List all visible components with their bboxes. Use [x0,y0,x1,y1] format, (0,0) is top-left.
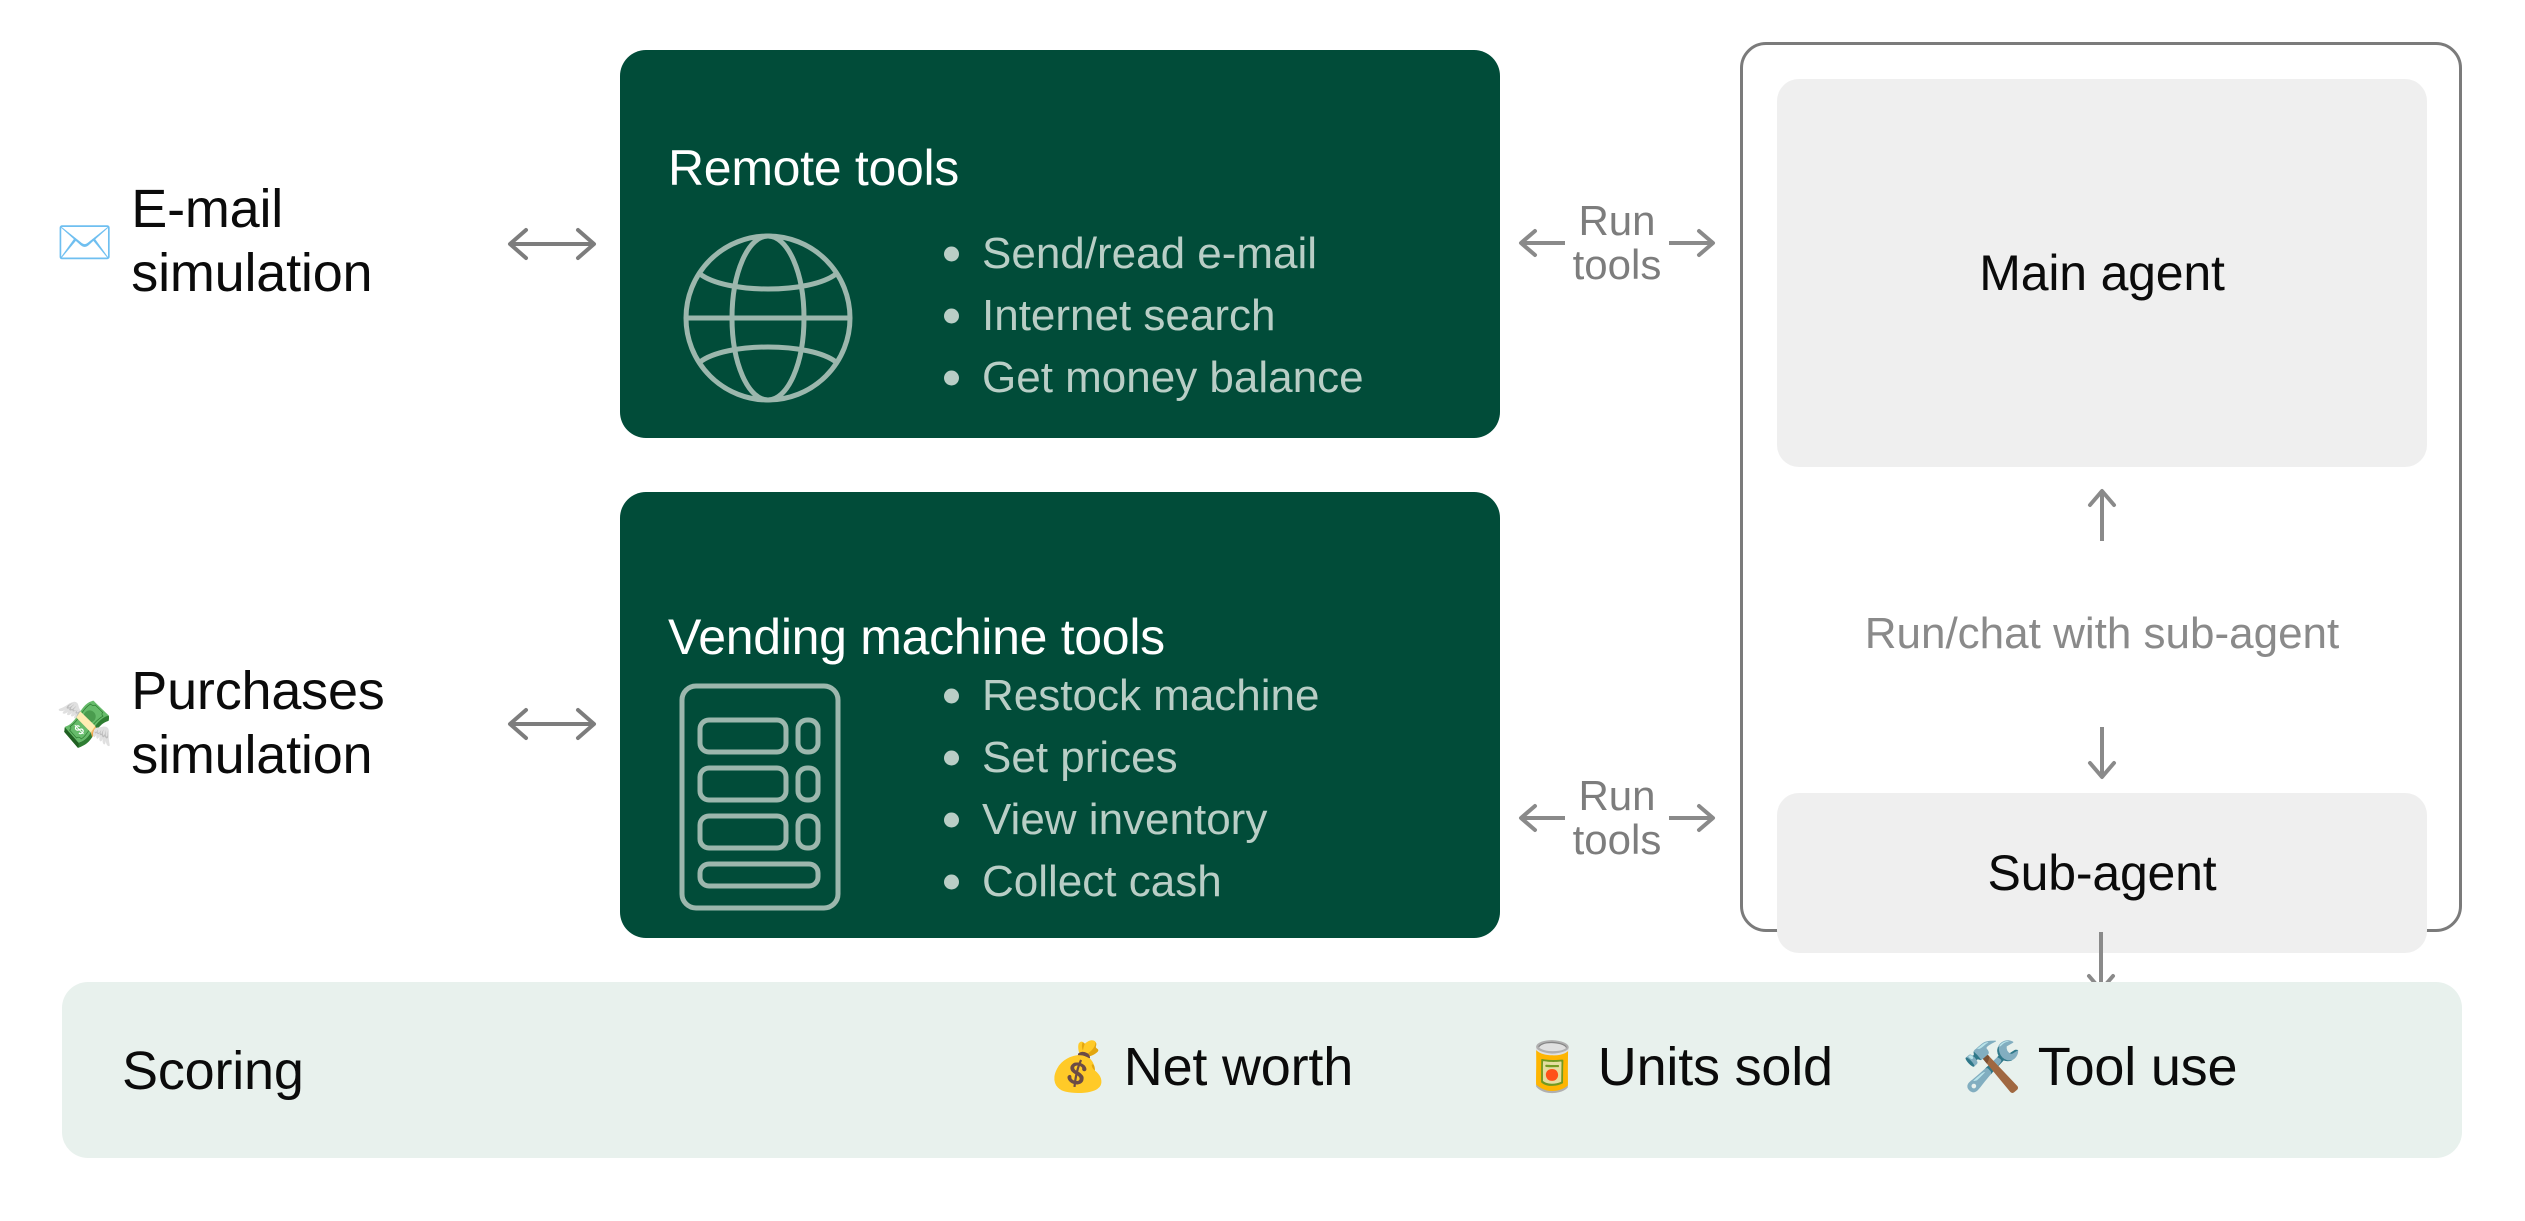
arrow-right-icon [1667,226,1719,260]
main-agent-label: Main agent [1979,245,2225,301]
bidirectional-arrow-purchases [502,702,602,746]
score-metric-tool-use: 🛠️ Tool use [1962,1040,2237,1094]
sub-agent-box[interactable]: Sub-agent [1777,793,2427,953]
arrow-down-icon [2084,725,2120,783]
list-item: View inventory [938,798,1319,842]
remote-tools-card: Remote tools Send/read e-mail Internet s… [620,50,1500,438]
sub-agent-link-label: Run/chat with sub-agent [1864,609,2340,658]
vending-machine-tools-card: Vending machine tools Restock machine Se… [620,492,1500,938]
bidirectional-arrow-email [502,222,602,266]
main-agent-box[interactable]: Main agent [1777,79,2427,467]
score-metric-units-sold: 🥫 Units sold [1522,1040,1833,1094]
canned-food-icon: 🥫 [1522,1039,1582,1095]
sub-agent-label: Sub-agent [1987,845,2217,901]
sim-label-purchases: 💸 Purchases simulation [56,660,385,787]
sim-label-email: ✉️ E-mail simulation [56,178,373,305]
score-metric-label: Tool use [2037,1037,2238,1097]
vending-machine-icon [678,682,842,912]
remote-tools-title: Remote tools [668,140,959,196]
money-bag-icon: 💰 [1048,1039,1108,1095]
sub-agent-connector: Run/chat with sub-agent [1777,485,2427,783]
run-tools-label-bottom: Run tools [1572,771,1662,863]
money-with-wings-icon: 💸 [56,696,114,751]
sim-label-purchases-text: Purchases simulation [131,661,385,785]
list-item: Restock machine [938,674,1319,718]
list-item: Internet search [938,294,1364,338]
run-tools-label-top: Run tools [1572,196,1662,288]
sim-label-email-text: E-mail simulation [131,179,373,303]
list-item: Collect cash [938,860,1319,904]
vending-machine-tools-title: Vending machine tools [668,609,1165,665]
run-tools-connector-bottom: Run tools [1506,760,1728,876]
score-metric-label: Units sold [1597,1037,1833,1097]
remote-tools-list: Send/read e-mail Internet search Get mon… [938,232,1364,400]
diagram-canvas: ✉️ E-mail simulation 💸 Purchases simulat… [0,0,2525,1221]
list-item: Get money balance [938,356,1364,400]
run-tools-connector-top: Run tools [1506,185,1728,301]
list-item: Send/read e-mail [938,232,1364,276]
arrow-left-icon [1515,226,1567,260]
scoring-title: Scoring [122,1041,304,1101]
hammer-and-wrench-icon: 🛠️ [1962,1039,2022,1095]
globe-icon [678,228,858,408]
score-metric-net-worth: 💰 Net worth [1048,1040,1353,1094]
agent-panel: Main agent Run/chat with sub-agent Sub-a… [1740,42,2462,953]
arrow-up-icon [2084,485,2120,543]
scoring-bar: Scoring 💰 Net worth 🥫 Units sold 🛠️ Tool… [62,982,2462,1158]
arrow-right-icon [1667,801,1719,835]
arrow-left-icon [1515,801,1567,835]
envelope-icon: ✉️ [56,214,114,269]
list-item: Set prices [938,736,1319,780]
vending-machine-tools-list: Restock machine Set prices View inventor… [938,674,1319,904]
score-metric-label: Net worth [1123,1037,1354,1097]
